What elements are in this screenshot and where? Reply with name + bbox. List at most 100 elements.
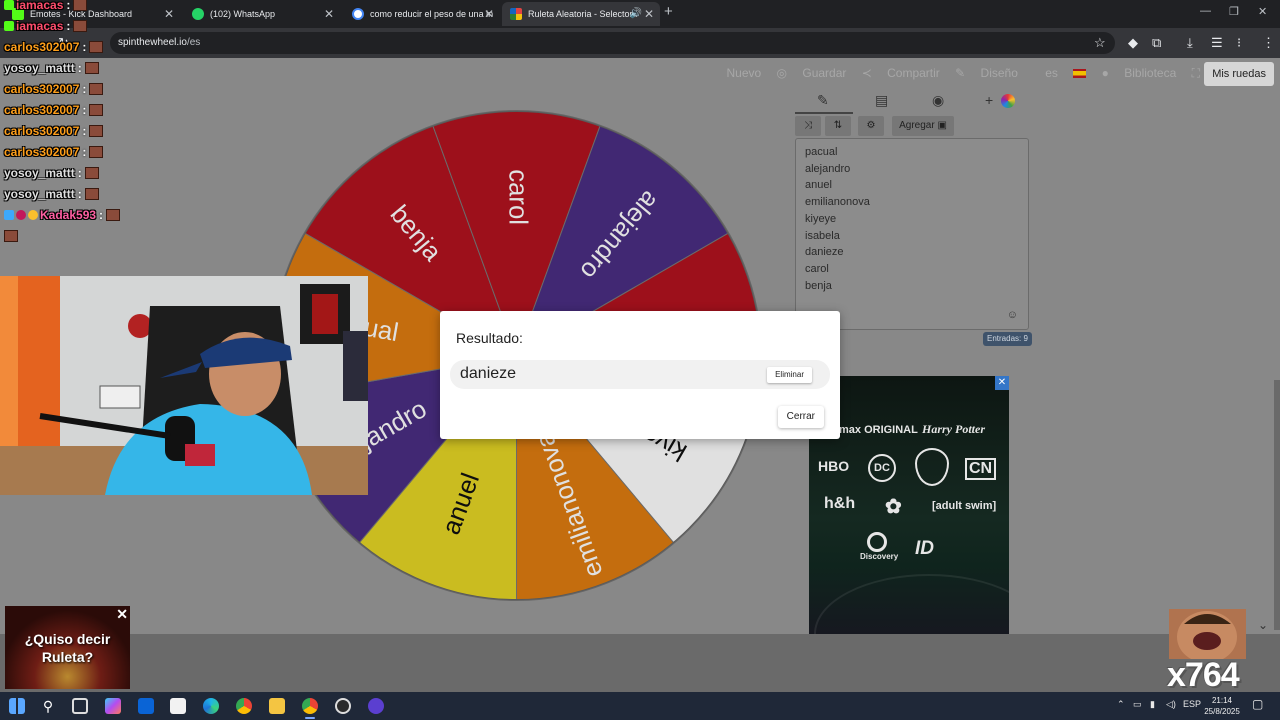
obs-icon[interactable]: [335, 698, 351, 714]
maximize-icon[interactable]: ❐: [1229, 5, 1239, 18]
chat-user: yosoy_mattt: [4, 187, 75, 201]
add-icon[interactable]: +: [985, 92, 993, 108]
result-name: danieze: [460, 365, 517, 382]
window-close-icon[interactable]: ✕: [1258, 5, 1267, 18]
outlook-icon[interactable]: [138, 698, 154, 714]
chevron-up-icon[interactable]: ⌃: [1117, 699, 1125, 710]
browser-tab-active[interactable]: Ruleta Aleatoria - Selector I 🔊 ✕: [502, 2, 660, 26]
address-bar[interactable]: spinthewheel.io/es: [110, 32, 1115, 54]
plus-badge-icon: [4, 21, 14, 31]
close-icon[interactable]: ✕: [484, 2, 494, 26]
entry-line: danieze: [805, 246, 844, 259]
sort-icon[interactable]: ⇅: [825, 116, 851, 136]
language-selector[interactable]: es: [1033, 66, 1087, 80]
media-queue-icon[interactable]: ☰: [1211, 34, 1223, 52]
task-view-icon[interactable]: [72, 698, 88, 714]
agregar-image-button[interactable]: Agregar ▣: [892, 116, 954, 136]
nuevo-link[interactable]: Nuevo: [727, 66, 762, 80]
scrollbar[interactable]: [1274, 380, 1280, 630]
windows-taskbar: ⚲ ⌃ ▭ ▮ ◁) ESP 21:14 25/8/2025 ▢: [0, 692, 1280, 720]
ad-logo-max: max ORIGINAL: [839, 424, 918, 436]
save-icon[interactable]: ◎ Guardar: [777, 66, 847, 80]
extension-diamond-icon[interactable]: ◆: [1128, 34, 1138, 52]
shuffle-icon[interactable]: ⤨: [795, 116, 821, 136]
chat-user: carlos302007: [4, 40, 80, 54]
chat-message: carlos302007:: [4, 124, 104, 142]
file-explorer-icon[interactable]: [269, 698, 285, 714]
results-list-icon[interactable]: ▤: [875, 92, 888, 109]
page-bottom-bar: [0, 634, 1280, 692]
search-icon[interactable]: ⚲: [40, 698, 56, 714]
copilot-icon[interactable]: [105, 698, 121, 714]
bookmark-star-icon[interactable]: ☆: [1094, 34, 1106, 52]
clock-time: 21:14: [1211, 696, 1233, 705]
store-icon[interactable]: [170, 698, 186, 714]
chat-message: yosoy_mattt:: [4, 187, 99, 205]
clock-date: 25/8/2025: [1204, 707, 1240, 716]
menu-icon[interactable]: ⋮: [1262, 34, 1275, 52]
edit-pencil-icon[interactable]: ✎: [817, 92, 829, 109]
extensions-puzzle-icon[interactable]: ⧉: [1152, 34, 1161, 52]
ad-logo-id: ID: [915, 538, 934, 559]
webcam-image: [0, 276, 368, 495]
edge-icon[interactable]: [203, 698, 219, 714]
ad-close-icon[interactable]: ✕: [995, 376, 1009, 390]
browser-toolbar: ← ↻ spinthewheel.io/es ☆ ◆ ⧉ ⤓ ☰ ⁝ ⋮: [0, 28, 1280, 58]
emote-icon: [4, 230, 18, 242]
emote-icon: [89, 41, 104, 53]
network-icon[interactable]: ▭: [1133, 699, 1142, 710]
google-icon: [352, 8, 364, 20]
close-icon[interactable]: ✕: [164, 2, 174, 26]
profile-icon[interactable]: ⁝: [1237, 34, 1241, 52]
windows-start-icon[interactable]: [9, 698, 25, 714]
mis-ruedas-button[interactable]: Mis ruedas: [1204, 62, 1274, 86]
emote-icon: [89, 125, 104, 137]
ad-logo-dc: DC: [868, 454, 896, 482]
system-clock[interactable]: 21:14 25/8/2025: [1202, 695, 1242, 717]
close-icon[interactable]: ✕: [644, 2, 654, 26]
download-icon[interactable]: ⤓: [1187, 34, 1193, 52]
browser-tab[interactable]: como reducir el peso de una in ✕: [344, 2, 500, 26]
emote-icon: [84, 62, 99, 74]
globe-icon[interactable]: ● Biblioteca: [1102, 66, 1177, 80]
color-palette-icon[interactable]: [1001, 94, 1015, 108]
design-pen-icon[interactable]: ✎ Diseño: [955, 66, 1018, 80]
eliminar-button[interactable]: Eliminar: [767, 367, 812, 383]
speaker-icon[interactable]: 🔊: [630, 2, 642, 26]
result-row: danieze Eliminar: [450, 360, 830, 389]
badge-icon: [28, 210, 38, 220]
plus-badge-icon: [4, 0, 14, 10]
promo-overlay[interactable]: ¿Quiso decir Ruleta? ✕: [5, 606, 130, 689]
wheel-favicon-icon: [510, 8, 522, 20]
language-indicator[interactable]: ESP: [1183, 699, 1201, 709]
browser-tab[interactable]: (102) WhatsApp ✕: [184, 2, 340, 26]
close-icon[interactable]: ✕: [116, 606, 128, 623]
chevron-down-icon[interactable]: ⌄: [1258, 618, 1268, 632]
promo-text: ¿Quiso decir Ruleta?: [24, 631, 111, 665]
url-path: /es: [186, 37, 201, 48]
settings-gear-icon[interactable]: ⚙: [858, 116, 884, 136]
app-icon[interactable]: [368, 698, 384, 714]
chat-user: iamacas: [16, 19, 64, 33]
entry-line: isabela: [805, 229, 840, 242]
battery-icon[interactable]: ▮: [1150, 699, 1155, 710]
minimize-icon[interactable]: —: [1200, 5, 1211, 17]
chat-user: yosoy_mattt: [4, 61, 75, 75]
chrome-profile-icon[interactable]: [302, 698, 318, 719]
notification-icon[interactable]: ▢: [1252, 697, 1263, 711]
close-icon[interactable]: ✕: [324, 2, 334, 26]
chat-user: carlos302007: [4, 124, 80, 138]
browser-tab-bar: Emotes - Kick Dashboard ✕ (102) WhatsApp…: [0, 0, 1280, 28]
entries-textarea[interactable]: pacual alejandro anuel emilianonova kiye…: [795, 138, 1029, 330]
biblioteca-label: Biblioteca: [1124, 66, 1177, 80]
entry-line: alejandro: [805, 162, 851, 175]
hide-eye-icon[interactable]: ◉: [932, 92, 944, 109]
new-tab-icon[interactable]: +: [664, 3, 673, 20]
fullscreen-icon[interactable]: ⛶: [1192, 66, 1200, 80]
chrome-icon[interactable]: [236, 698, 252, 714]
spain-flag-icon: [1073, 69, 1087, 78]
volume-icon[interactable]: ◁): [1166, 699, 1176, 710]
share-icon[interactable]: ≺ Compartir: [862, 66, 940, 80]
cerrar-button[interactable]: Cerrar: [777, 406, 824, 428]
emoji-picker-icon[interactable]: ☺: [1007, 309, 1018, 321]
